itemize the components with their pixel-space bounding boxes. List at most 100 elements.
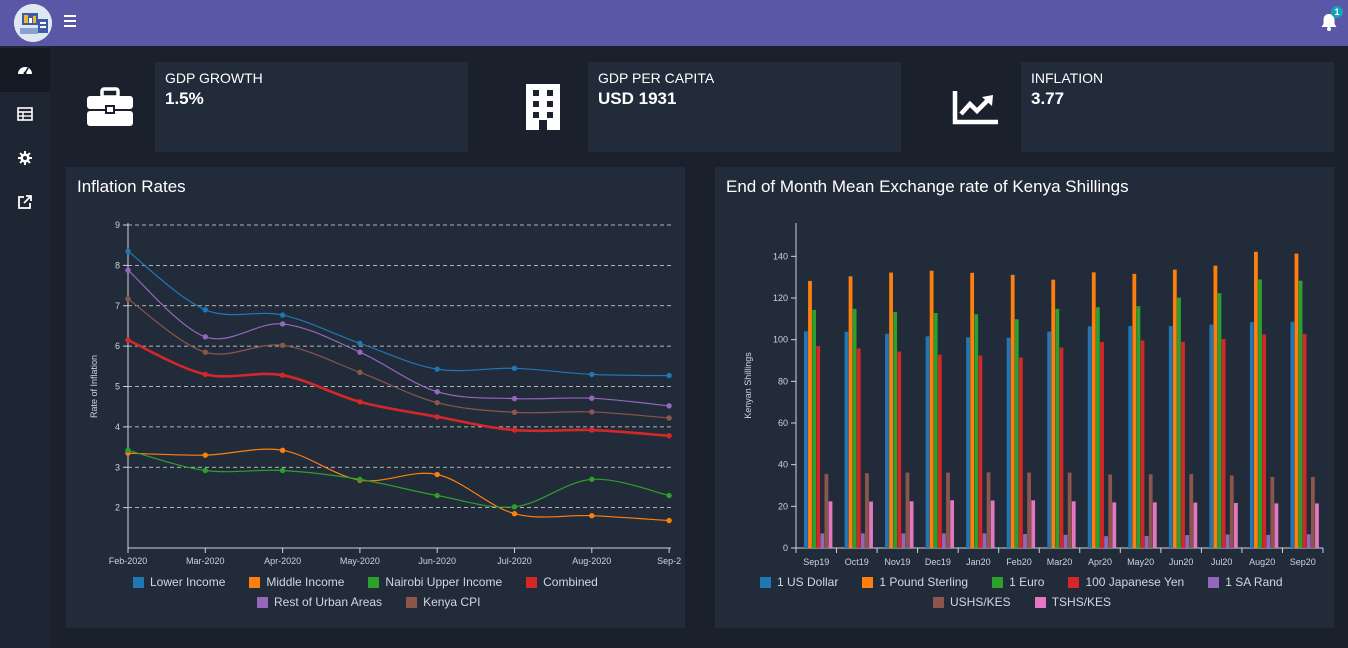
bar (909, 501, 914, 548)
legend-item[interactable]: 1 Pound Sterling (862, 575, 968, 589)
bar (986, 472, 991, 548)
x-tick-label: Sep20 (1290, 557, 1316, 567)
data-point (357, 340, 363, 346)
legend-item[interactable]: Middle Income (249, 575, 344, 589)
data-point (434, 366, 440, 372)
legend-label: 1 Pound Sterling (879, 575, 969, 589)
legend-item[interactable]: 1 US Dollar (760, 575, 838, 589)
legend-swatch (257, 596, 268, 608)
gdp-per-capita-icon-box (499, 62, 587, 152)
bar (1132, 273, 1137, 548)
legend-item[interactable]: 1 SA Rand (1208, 575, 1283, 589)
series-line (127, 449, 670, 508)
logo[interactable] (14, 4, 52, 42)
bar (1225, 534, 1230, 548)
bar (828, 501, 833, 548)
y-tick-label: 5 (115, 382, 120, 392)
inflation-icon-box (932, 62, 1020, 152)
legend-item[interactable]: Combined (526, 575, 598, 589)
external-link-icon (18, 195, 32, 209)
bar (808, 280, 812, 548)
data-point (202, 349, 208, 355)
data-point (434, 414, 440, 420)
bar (982, 533, 987, 548)
sidebar-item-external-link[interactable] (0, 180, 50, 224)
data-point (666, 415, 672, 421)
x-tick-label: May-2020 (340, 556, 380, 566)
bar (1229, 475, 1234, 548)
legend-item[interactable]: Kenya CPI (406, 595, 480, 609)
legend-swatch (933, 596, 944, 608)
bar (1023, 534, 1027, 548)
y-tick-label: 120 (773, 293, 788, 303)
data-point (357, 369, 363, 376)
data-point (666, 403, 672, 409)
x-tick-label: May20 (1127, 557, 1154, 567)
x-tick-label: Mar20 (1047, 557, 1073, 567)
legend-label: 1 Euro (1009, 575, 1045, 589)
series-line (127, 448, 670, 522)
data-point (279, 467, 286, 474)
legend-item[interactable]: USHS/KES (933, 595, 1011, 609)
legend-swatch (992, 576, 1004, 588)
table-grid-icon (17, 107, 33, 121)
y-tick-label: 9 (115, 220, 120, 230)
y-tick-label: 3 (115, 462, 120, 472)
data-point (279, 342, 286, 349)
data-point (202, 307, 208, 313)
x-tick-label: Jun-2020 (418, 556, 456, 566)
data-point (125, 337, 131, 343)
bar (1181, 341, 1185, 548)
legend-label: 100 Japanese Yen (1085, 575, 1185, 589)
stat-card-gdp-growth: GDP GROWTH 1.5% (155, 62, 468, 152)
bar (1168, 326, 1173, 548)
exchange-rate-bar-chart: 0 20 40 60 80 100 120 140 Kenyan Shillings Sep19 O… (743, 223, 1324, 567)
bar (1213, 265, 1218, 548)
data-point (125, 248, 131, 254)
bar (1306, 534, 1311, 548)
stat-card-inflation: INFLATION 3.77 (1021, 62, 1334, 152)
legend-item[interactable]: 1 Euro (992, 575, 1044, 589)
sidebar-toggle-button[interactable] (63, 13, 79, 29)
bar (1262, 334, 1267, 548)
legend-row: Lower Income Middle Income Nairobi Upper I… (133, 575, 622, 589)
sidebar-item-tables[interactable] (0, 92, 50, 136)
bar (824, 473, 829, 548)
exchange-rate-panel: End of Month Mean Exchange rate of Kenya… (715, 167, 1334, 628)
bar (889, 272, 893, 548)
data-point (357, 349, 363, 355)
bar (933, 313, 938, 548)
bar (1249, 322, 1254, 548)
sidebar-item-settings[interactable] (0, 136, 50, 180)
legend-item[interactable]: 100 Japanese Yen (1068, 575, 1184, 589)
bar (844, 331, 849, 548)
bar (860, 533, 865, 548)
legend-swatch (1034, 596, 1046, 608)
legend-item[interactable]: Nairobi Upper Income (368, 575, 502, 589)
legend-item[interactable]: Lower Income (133, 575, 225, 589)
x-tick-label: Oct19 (845, 557, 869, 567)
stat-label: GDP GROWTH (165, 70, 263, 86)
y-tick-label: 4 (115, 422, 120, 432)
data-point (666, 517, 672, 524)
legend-label: USHS/KES (950, 595, 1011, 609)
legend-item[interactable]: Rest of Urban Areas (257, 595, 382, 609)
data-point (202, 334, 208, 340)
bar (1274, 503, 1279, 548)
data-point (511, 504, 518, 510)
bar (848, 276, 853, 548)
legend-label: 1 SA Rand (1225, 575, 1283, 589)
x-tick-label: Nov19 (884, 557, 910, 567)
data-point (589, 371, 595, 378)
legend-label: Rest of Urban Areas (274, 595, 383, 609)
bar (1014, 319, 1019, 548)
bar (1185, 535, 1190, 548)
data-point (357, 476, 363, 483)
bar (1266, 534, 1271, 548)
legend-item[interactable]: TSHS/KES (1034, 595, 1111, 609)
stat-label: GDP PER CAPITA (598, 70, 715, 86)
x-tick-label: Feb-2020 (109, 556, 148, 566)
x-tick-label: Jan20 (966, 557, 991, 567)
sidebar-item-dashboard[interactable] (0, 48, 50, 92)
bar (950, 500, 955, 548)
